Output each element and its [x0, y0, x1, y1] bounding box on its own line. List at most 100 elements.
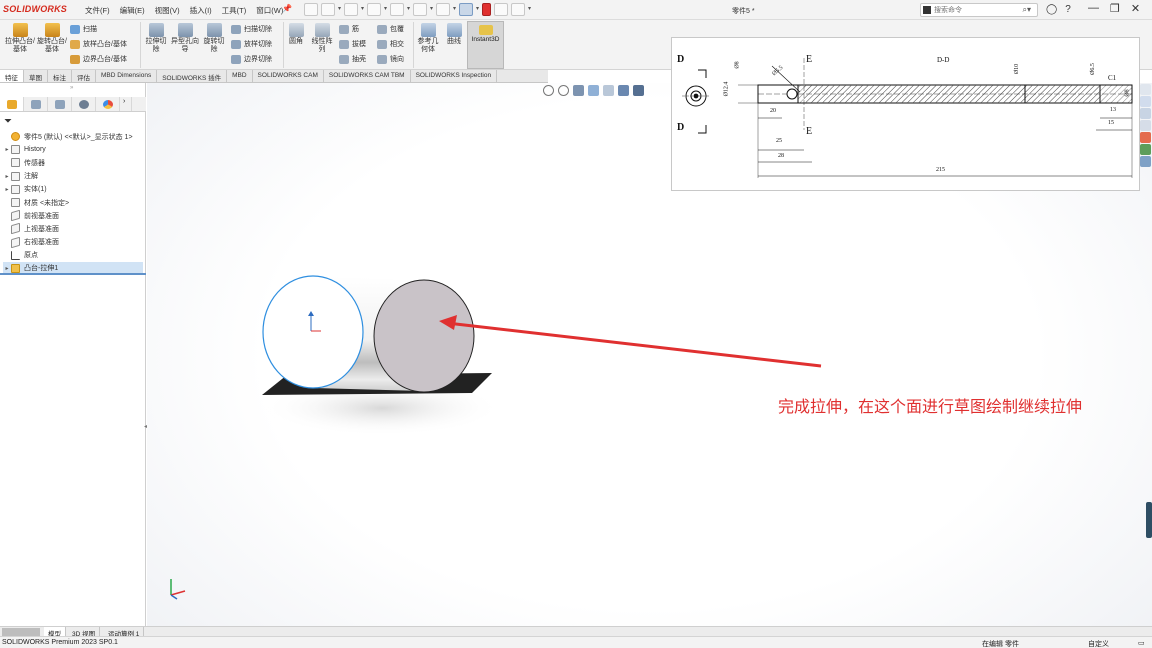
forum-icon[interactable] [1140, 156, 1151, 167]
linear-pattern-button[interactable]: 线性阵列 [309, 23, 335, 54]
instant3d-button[interactable]: Instant3D [467, 21, 504, 69]
design-library-icon[interactable] [1140, 96, 1151, 107]
boundary-icon [70, 54, 80, 64]
tree-item-front-plane[interactable]: 前视基准面 [3, 209, 143, 222]
comments-icon[interactable]: ▭ [1138, 639, 1145, 647]
editing-status: 在编辑 零件 [982, 641, 1019, 648]
rib-button[interactable]: 筋 [339, 24, 359, 34]
tree-item-history[interactable]: ▸ History [3, 143, 143, 156]
tab-dimxpert[interactable] [72, 97, 96, 111]
tab-scroll-controls[interactable] [2, 628, 40, 636]
tab-more[interactable]: › [120, 97, 132, 111]
tree-item-right-plane[interactable]: 右视基准面 [3, 236, 143, 249]
rebuild-icon[interactable] [482, 3, 491, 16]
save-icon[interactable] [367, 3, 387, 16]
fillet-button[interactable]: 圆角 [285, 23, 307, 46]
tree-item-solid-bodies[interactable]: ▸ 实体(1) [3, 183, 143, 196]
sweep-cut-button[interactable]: 扫描切除 [231, 24, 272, 34]
shell-button[interactable]: 抽壳 [339, 54, 366, 64]
reference-geometry-button[interactable]: 参考几何体 [415, 23, 441, 54]
menu-tools[interactable]: 工具(T) [222, 5, 247, 16]
file-properties-icon[interactable] [494, 3, 508, 16]
custom-properties-icon[interactable] [1140, 144, 1151, 155]
intersect-button[interactable]: 相交 [377, 39, 404, 49]
user-icon[interactable]: ◯ [1046, 4, 1057, 15]
tree-root-part[interactable]: 零件5 (默认) <<默认>_显示状态 1> [3, 130, 143, 143]
tab-mbd[interactable]: MBD [227, 70, 253, 82]
minimize-icon[interactable]: — [1088, 2, 1099, 15]
tree-item-sensors[interactable]: 传感器 [3, 156, 143, 169]
rollback-bar[interactable] [0, 273, 146, 275]
home-icon[interactable] [304, 3, 318, 16]
tree-item-origin[interactable]: 原点 [3, 249, 143, 262]
extrude-cut-button[interactable]: 拉伸切除 [143, 23, 169, 54]
help-icon[interactable]: ? [1065, 4, 1071, 15]
expand-arrow-icon[interactable]: ▸ [3, 186, 11, 193]
draft-button[interactable]: 拔模 [339, 39, 366, 49]
units-custom[interactable]: 自定义 [1088, 639, 1109, 648]
select-cursor-icon[interactable] [459, 3, 479, 16]
cylinder-selected-face[interactable] [373, 279, 475, 393]
menu-file[interactable]: 文件(F) [85, 5, 110, 16]
filter-icon[interactable]: ⏷ [4, 116, 12, 127]
revolve-boss-button[interactable]: 旋转凸台/基体 [36, 23, 68, 54]
wrap-button[interactable]: 包覆 [377, 24, 404, 34]
extrude-boss-button[interactable]: 拉伸凸台/基体 [4, 23, 36, 54]
tab-feature-tree[interactable] [0, 97, 24, 111]
tab-property-manager[interactable] [24, 97, 48, 111]
side-panel-handle[interactable] [1146, 502, 1152, 538]
tab-display-manager[interactable] [96, 97, 120, 111]
pin-icon[interactable]: 📌 [282, 4, 292, 13]
solidworks-resources-icon[interactable] [1140, 84, 1151, 95]
tab-solidworks-addins[interactable]: SOLIDWORKS 插件 [157, 70, 228, 82]
search-icon[interactable]: ⌕▾ [1023, 5, 1032, 15]
tree-item-annotations[interactable]: ▸ 注解 [3, 170, 143, 183]
section-marker-e: E [806, 126, 813, 137]
tab-solidworks-inspection[interactable]: SOLIDWORKS Inspection [411, 70, 498, 82]
tree-item-top-plane[interactable]: 上视基准面 [3, 222, 143, 235]
search-input[interactable] [934, 5, 1020, 16]
loft-cut-button[interactable]: 放样切除 [231, 39, 272, 49]
tree-item-material[interactable]: 材质 <未指定> [3, 196, 143, 209]
panel-grip-icon[interactable]: » [70, 85, 73, 91]
expand-arrow-icon[interactable]: ▸ [3, 265, 11, 272]
tab-solidworks-cam-tbm[interactable]: SOLIDWORKS CAM TBM [324, 70, 411, 82]
curves-button[interactable]: 曲线 [443, 23, 465, 46]
new-document-icon[interactable] [321, 3, 341, 16]
menu-insert[interactable]: 插入(I) [190, 5, 212, 16]
menu-window[interactable]: 窗口(W) [256, 5, 283, 16]
tab-markup[interactable]: 标注 [48, 70, 72, 82]
file-explorer-icon[interactable] [1140, 108, 1151, 119]
search-commands[interactable]: ⌕▾ [920, 3, 1038, 17]
tab-configuration-manager[interactable] [48, 97, 72, 111]
loft-boss-button[interactable]: 放样凸台/基体 [70, 39, 127, 49]
boundary-cut-button[interactable]: 边界切除 [231, 54, 272, 64]
tab-features[interactable]: 特征 [0, 70, 24, 82]
undo-icon[interactable] [413, 3, 433, 16]
close-icon[interactable]: ✕ [1131, 2, 1140, 15]
cylinder-back-face[interactable] [262, 275, 364, 389]
expand-arrow-icon[interactable]: ▸ [3, 146, 11, 153]
options-gear-icon[interactable] [511, 3, 531, 16]
print-icon[interactable] [390, 3, 410, 16]
tab-mbd-dimensions[interactable]: MBD Dimensions [96, 70, 158, 82]
open-icon[interactable] [344, 3, 364, 16]
draft-icon [339, 39, 349, 49]
menu-view[interactable]: 视图(V) [155, 5, 180, 16]
revolve-cut-button[interactable]: 旋转切除 [201, 23, 227, 54]
redo-icon[interactable] [436, 3, 456, 16]
expand-arrow-icon[interactable]: ▸ [3, 173, 11, 180]
hole-wizard-button[interactable]: 异型孔向导 [171, 23, 199, 54]
tab-sketch[interactable]: 草图 [24, 70, 48, 82]
sweep-button[interactable]: 扫描 [70, 24, 97, 34]
appearances-icon[interactable] [1140, 132, 1151, 143]
boundary-boss-button[interactable]: 边界凸台/基体 [70, 54, 127, 64]
mirror-button[interactable]: 镜向 [377, 54, 404, 64]
tab-evaluate[interactable]: 评估 [72, 70, 96, 82]
boundary-cut-icon [231, 54, 241, 64]
menu-bar: 文件(F) 编辑(E) 视图(V) 插入(I) 工具(T) 窗口(W) [85, 5, 283, 16]
view-palette-icon[interactable] [1140, 120, 1151, 131]
menu-edit[interactable]: 编辑(E) [120, 5, 145, 16]
restore-icon[interactable]: ❐ [1110, 2, 1120, 15]
tab-solidworks-cam[interactable]: SOLIDWORKS CAM [253, 70, 324, 82]
